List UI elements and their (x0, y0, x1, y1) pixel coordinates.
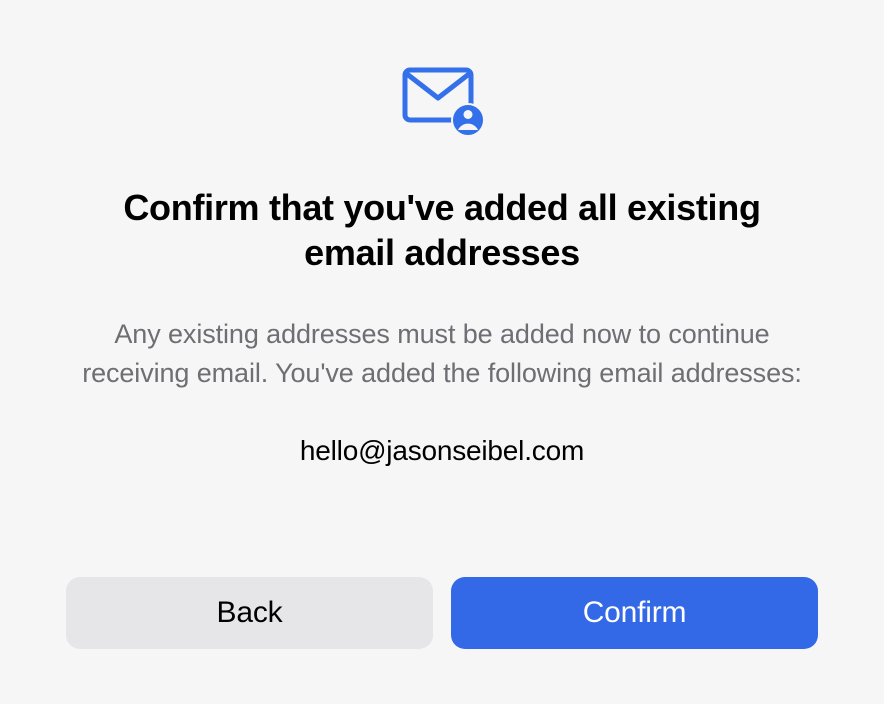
email-address: hello@jasonseibel.com (300, 435, 584, 467)
mail-person-icon (397, 66, 487, 141)
button-row: Back Confirm (66, 577, 818, 649)
back-button[interactable]: Back (66, 577, 433, 649)
confirm-button[interactable]: Confirm (451, 577, 818, 649)
dialog-description: Any existing addresses must be added now… (82, 315, 802, 393)
dialog-title: Confirm that you've added all existing e… (82, 185, 802, 275)
